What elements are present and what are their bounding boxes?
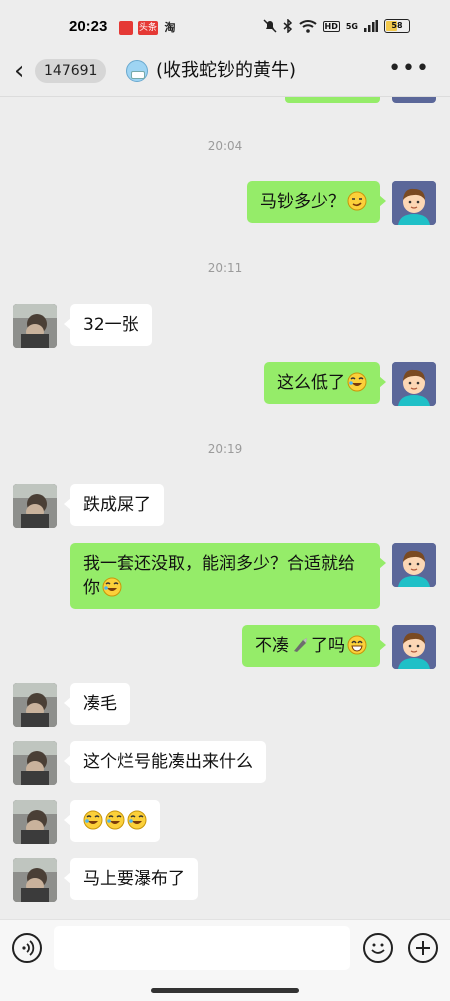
back-button[interactable]: ‹ bbox=[14, 57, 24, 85]
contact-avatar[interactable] bbox=[13, 858, 57, 902]
wifi-icon bbox=[298, 20, 317, 33]
taobao-badge: 淘 bbox=[164, 21, 176, 34]
message-row: 32一张 bbox=[0, 304, 450, 350]
message-bubble-outgoing[interactable]: 这么低了 bbox=[264, 362, 386, 404]
message-row: 跌成屎了 bbox=[0, 484, 450, 530]
grin-emoji-icon bbox=[347, 635, 367, 655]
mute-bell-icon bbox=[262, 19, 277, 33]
status-time: 20:23 bbox=[69, 18, 108, 35]
status-icons: HD 5G 58 bbox=[262, 19, 410, 33]
previous-message-avatar bbox=[392, 97, 436, 103]
signal-icon bbox=[364, 20, 378, 32]
battery-icon: 58 bbox=[384, 19, 410, 33]
mask-face-icon bbox=[126, 60, 148, 82]
previous-message-bubble bbox=[285, 97, 380, 103]
more-options-button[interactable]: ••• bbox=[388, 56, 430, 81]
knife-emoji-icon bbox=[294, 638, 307, 652]
smirk-emoji-icon bbox=[347, 191, 367, 211]
message-text: 不凑 bbox=[255, 636, 289, 656]
network-label: 5G bbox=[345, 21, 358, 31]
voice-icon bbox=[22, 940, 35, 956]
message-text-continued: 了吗 bbox=[311, 636, 345, 656]
my-avatar[interactable] bbox=[392, 543, 436, 587]
message-text: 马钞多少？ bbox=[260, 192, 345, 212]
message-row: 不凑 了吗 bbox=[0, 625, 450, 671]
message-row bbox=[0, 800, 450, 846]
message-row: 这个烂号能凑出来什么 bbox=[0, 741, 450, 787]
rofl-emoji-icon bbox=[127, 810, 147, 830]
message-list[interactable]: 20:04 马钞多少？ 20:11 32一张 这么低了 20:19 跌成屎了 我… bbox=[0, 97, 450, 919]
message-bubble-incoming[interactable]: 这个烂号能凑出来什么 bbox=[64, 741, 266, 783]
message-text: 马上要瀑布了 bbox=[83, 869, 185, 889]
timestamp: 20:11 bbox=[207, 261, 243, 275]
contact-avatar[interactable] bbox=[13, 304, 57, 348]
my-avatar[interactable] bbox=[392, 625, 436, 669]
message-row: 我一套还没取，能润多少？合适就给你 bbox=[0, 543, 450, 611]
bluetooth-icon bbox=[283, 19, 292, 33]
home-indicator[interactable] bbox=[151, 988, 299, 993]
contact-avatar[interactable] bbox=[13, 484, 57, 528]
chat-header: ‹ 147691 (收我蛇钞的黄牛) ••• bbox=[0, 54, 450, 90]
toutiao-badge: 头条 bbox=[138, 21, 158, 35]
rofl-emoji-icon bbox=[83, 810, 103, 830]
message-bubble-incoming[interactable]: 32一张 bbox=[64, 304, 152, 346]
unread-count-badge[interactable]: 147691 bbox=[35, 59, 107, 83]
message-text: 跌成屎了 bbox=[83, 495, 151, 515]
status-bar: 20:23 头条 淘 HD 5G 58 bbox=[0, 0, 450, 54]
message-row: 马上要瀑布了 bbox=[0, 858, 450, 904]
message-bubble-incoming[interactable] bbox=[64, 800, 160, 842]
voice-input-button[interactable] bbox=[12, 933, 42, 963]
message-row: 凑毛 bbox=[0, 683, 450, 729]
my-avatar[interactable] bbox=[392, 181, 436, 225]
message-bubble-outgoing[interactable]: 我一套还没取，能润多少？合适就给你 bbox=[70, 543, 386, 609]
timestamp: 20:04 bbox=[207, 139, 243, 153]
app-notification-icon bbox=[119, 21, 133, 35]
my-avatar[interactable] bbox=[392, 362, 436, 406]
hd-badge: HD bbox=[322, 20, 340, 32]
emoji-icon bbox=[371, 943, 385, 954]
contact-avatar[interactable] bbox=[13, 683, 57, 727]
plus-icon bbox=[416, 941, 430, 955]
message-text: 32一张 bbox=[83, 315, 139, 335]
message-text: 我一套还没取，能润多少？合适就给你 bbox=[83, 554, 355, 598]
message-text: 凑毛 bbox=[83, 694, 117, 714]
message-bubble-incoming[interactable]: 凑毛 bbox=[64, 683, 130, 725]
rofl-emoji-icon bbox=[105, 810, 125, 830]
message-row: 马钞多少？ bbox=[0, 181, 450, 227]
contact-avatar[interactable] bbox=[13, 800, 57, 844]
message-row: 这么低了 bbox=[0, 362, 450, 408]
more-functions-button[interactable] bbox=[408, 933, 438, 963]
message-bubble-outgoing[interactable]: 不凑 了吗 bbox=[242, 625, 386, 667]
message-text: 这么低了 bbox=[277, 373, 345, 393]
message-input[interactable] bbox=[54, 926, 350, 970]
chat-title: (收我蛇钞的黄牛) bbox=[156, 60, 297, 81]
rofl-emoji-icon bbox=[102, 577, 122, 597]
message-bubble-outgoing[interactable]: 马钞多少？ bbox=[247, 181, 386, 223]
message-bubble-incoming[interactable]: 跌成屎了 bbox=[64, 484, 164, 526]
emoji-button[interactable] bbox=[363, 933, 393, 963]
timestamp: 20:19 bbox=[207, 442, 243, 456]
contact-avatar[interactable] bbox=[13, 741, 57, 785]
message-text: 这个烂号能凑出来什么 bbox=[83, 752, 253, 772]
rofl-emoji-icon bbox=[347, 372, 367, 392]
message-bubble-incoming[interactable]: 马上要瀑布了 bbox=[64, 858, 198, 900]
